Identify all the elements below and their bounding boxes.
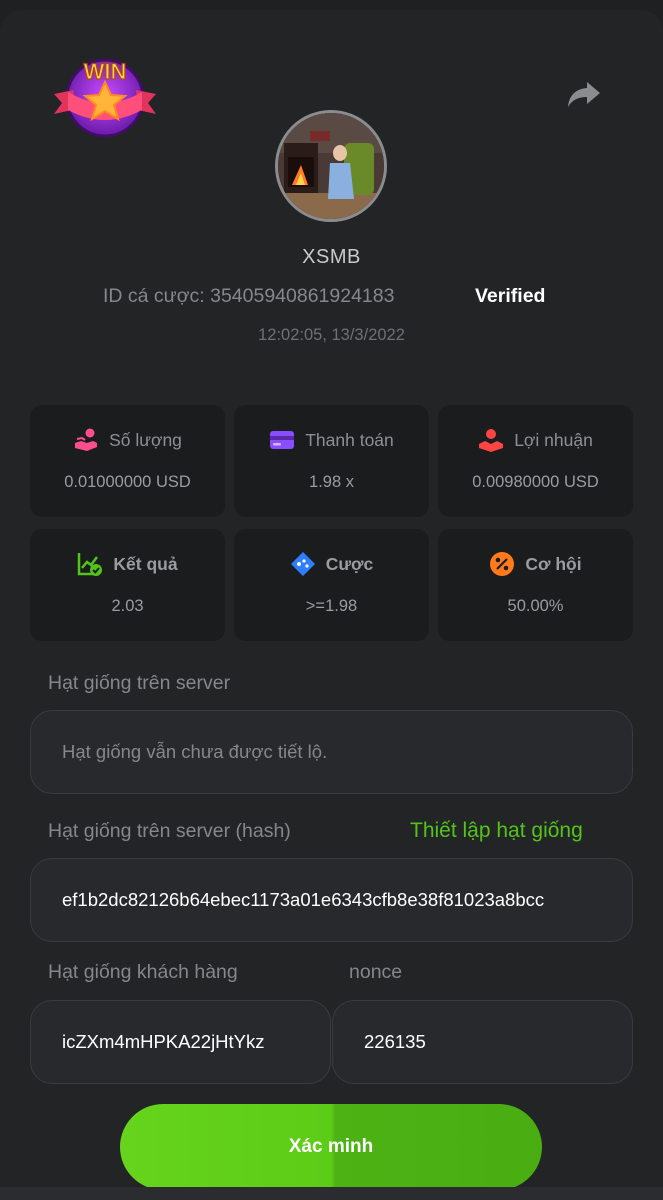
pink-hand-coin-icon	[73, 427, 99, 453]
server-seed-input[interactable]	[62, 741, 632, 763]
bet-detail-card: WIN XSMB ID cá cược: 35405940861924183 V…	[0, 10, 663, 1200]
stat-amount: Số lượng 0.01000000 USD	[30, 405, 225, 517]
share-button[interactable]	[564, 74, 604, 114]
orange-percent-icon	[489, 551, 515, 577]
nonce-label: nonce	[349, 961, 403, 983]
verify-button-label: Xác minh	[288, 1136, 374, 1157]
server-hash-input[interactable]	[62, 889, 632, 911]
server-seed-label: Hạt giống trên server	[48, 672, 231, 694]
stat-label: Lợi nhuận	[514, 429, 593, 450]
bet-id: ID cá cược: 35405940861924183	[103, 285, 395, 307]
client-seed-input[interactable]	[62, 1031, 330, 1053]
purple-card-icon	[269, 427, 295, 453]
stat-value: 0.00980000 USD	[472, 473, 599, 491]
bet-timestamp: 12:02:05, 13/3/2022	[258, 326, 405, 344]
red-profit-hand-icon	[478, 427, 504, 453]
stat-value: 0.01000000 USD	[64, 473, 191, 491]
set-seed-link[interactable]: Thiết lập hạt giống	[410, 819, 583, 843]
server-hash-label: Hạt giống trên server (hash)	[48, 820, 291, 842]
nonce-field[interactable]	[332, 1000, 633, 1084]
game-name: XSMB	[302, 246, 361, 268]
client-seed-label: Hạt giống khách hàng	[48, 961, 238, 983]
stat-payout: Thanh toán 1.98 x	[234, 405, 429, 517]
avatar	[275, 110, 387, 222]
stat-bet: Cược >=1.98	[234, 529, 429, 641]
win-logo: WIN	[50, 52, 160, 140]
stat-value: 1.98 x	[309, 473, 354, 491]
bottom-bar	[0, 1187, 663, 1200]
green-chart-check-icon	[77, 551, 103, 577]
verified-badge: Verified	[475, 285, 546, 307]
win-logo-text: WIN	[84, 59, 127, 84]
stat-label: Cược	[325, 553, 374, 574]
server-seed-field[interactable]	[30, 710, 633, 794]
server-hash-field[interactable]	[30, 858, 633, 942]
stat-profit: Lợi nhuận 0.00980000 USD	[438, 405, 633, 517]
verify-button[interactable]: Xác minh	[120, 1104, 542, 1190]
client-seed-field[interactable]	[30, 1000, 331, 1084]
blue-ticket-icon	[290, 551, 316, 577]
share-arrow-icon	[568, 82, 600, 107]
bet-id-row: ID cá cược: 35405940861924183 Verified	[0, 285, 663, 311]
nonce-input[interactable]	[364, 1031, 632, 1053]
stat-label: Kết quả	[113, 553, 178, 574]
stat-label: Thanh toán	[305, 429, 394, 450]
stat-label: Số lượng	[109, 429, 182, 450]
stat-result: Kết quả 2.03	[30, 529, 225, 641]
stat-chance: Cơ hội 50.00%	[438, 529, 633, 641]
stat-value: 50.00%	[507, 597, 564, 615]
stat-label: Cơ hội	[525, 553, 582, 574]
stat-value: >=1.98	[305, 597, 358, 615]
stat-value: 2.03	[111, 597, 144, 615]
